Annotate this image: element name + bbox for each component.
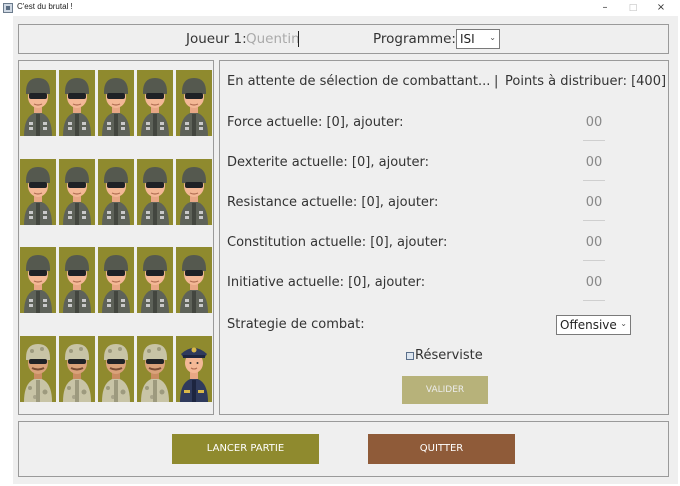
dexterity-label: Dexterite actuelle: [0], ajouter: [227, 155, 429, 170]
program-label: Programme: [373, 31, 456, 47]
force-input[interactable]: 00 [583, 115, 605, 130]
resistance-input[interactable]: 00 [583, 195, 605, 210]
strategy-select[interactable]: Offensive ⌄ [556, 315, 631, 335]
camo-soldier-avatar[interactable] [20, 336, 56, 402]
soldier-avatar[interactable] [176, 159, 212, 225]
reserve-label: Réserviste [415, 348, 483, 363]
reserve-checkbox[interactable] [406, 352, 414, 360]
window-title: C'est du brutal ! [17, 2, 73, 11]
strategy-select-value: Offensive [560, 318, 617, 332]
chevron-down-icon: ⌄ [620, 319, 627, 328]
selection-status: En attente de sélection de combattant... [227, 74, 491, 89]
initiative-input[interactable]: 00 [583, 275, 605, 290]
status-separator: | [494, 74, 499, 89]
soldier-avatar[interactable] [59, 159, 95, 225]
soldier-avatar[interactable] [98, 159, 134, 225]
close-button[interactable]: × [646, 0, 676, 16]
resistance-label: Resistance actuelle: [0], ajouter: [227, 195, 439, 210]
points-to-distribute: Points à distribuer: [400] [505, 74, 667, 89]
soldier-avatar[interactable] [98, 70, 134, 136]
soldier-avatar[interactable] [176, 247, 212, 313]
soldier-avatar[interactable] [98, 247, 134, 313]
player-label: Joueur 1: [186, 31, 247, 47]
force-label: Force actuelle: [0], ajouter: [227, 115, 404, 130]
strategy-label: Strategie de combat: [227, 317, 365, 332]
constitution-input-underline [583, 260, 605, 261]
fighter-grid [20, 70, 212, 405]
constitution-label: Constitution actuelle: [0], ajouter: [227, 235, 448, 250]
resistance-input-underline [583, 220, 605, 221]
launch-game-button[interactable]: LANCER PARTIE [172, 434, 319, 464]
text-caret [298, 31, 299, 47]
validate-button[interactable]: VALIDER [402, 376, 488, 404]
soldier-avatar[interactable] [20, 159, 56, 225]
soldier-avatar[interactable] [20, 247, 56, 313]
program-select[interactable]: ISI ⌄ [456, 29, 500, 49]
player-name-input[interactable] [246, 29, 302, 49]
title-bar: C'est du brutal ! – □ × [0, 0, 680, 16]
camo-soldier-avatar[interactable] [59, 336, 95, 402]
quit-button[interactable]: QUITTER [368, 434, 515, 464]
force-input-underline [583, 140, 605, 141]
soldier-avatar[interactable] [59, 70, 95, 136]
initiative-input-underline [583, 300, 605, 301]
minimize-button[interactable]: – [590, 0, 620, 16]
action-panel [18, 421, 669, 477]
dexterity-input[interactable]: 00 [583, 155, 605, 170]
soldier-avatar[interactable] [20, 70, 56, 136]
program-select-value: ISI [460, 32, 475, 46]
constitution-input[interactable]: 00 [583, 235, 605, 250]
soldier-avatar[interactable] [176, 70, 212, 136]
chevron-down-icon: ⌄ [489, 33, 496, 42]
camo-soldier-avatar[interactable] [137, 336, 173, 402]
camo-soldier-avatar[interactable] [98, 336, 134, 402]
soldier-avatar[interactable] [137, 159, 173, 225]
soldier-avatar[interactable] [59, 247, 95, 313]
general-avatar[interactable] [176, 336, 212, 402]
maximize-button[interactable]: □ [618, 0, 648, 16]
dexterity-input-underline [583, 180, 605, 181]
soldier-avatar[interactable] [137, 70, 173, 136]
player-panel [18, 24, 669, 54]
soldier-avatar[interactable] [137, 247, 173, 313]
initiative-label: Initiative actuelle: [0], ajouter: [227, 275, 426, 290]
app-icon [3, 3, 13, 13]
